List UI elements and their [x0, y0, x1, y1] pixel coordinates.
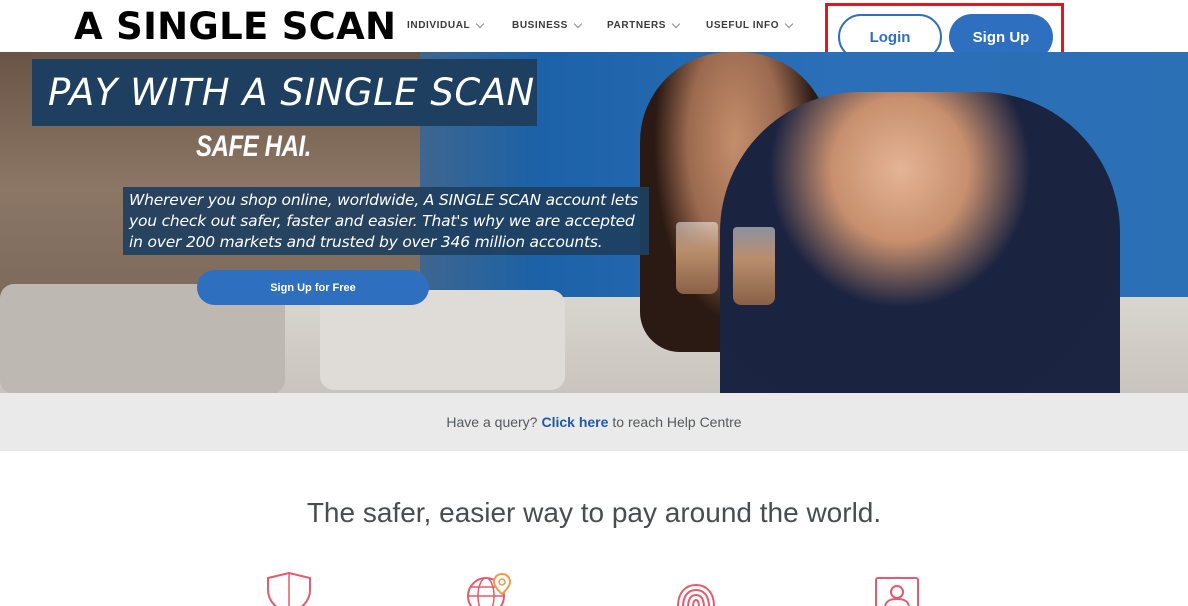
- hero-photo-glass: [733, 227, 775, 305]
- chevron-down-icon: [573, 19, 583, 28]
- hero-photo-man: [720, 92, 1120, 393]
- nav-item-business[interactable]: BUSINESS: [512, 19, 607, 31]
- chevron-down-icon: [475, 19, 485, 28]
- nav-item-label: BUSINESS: [512, 20, 568, 31]
- fingerprint-icon: [672, 572, 722, 606]
- hero-description: Wherever you shop online, worldwide, A S…: [129, 191, 638, 251]
- help-bar: Have a query? Click here to reach Help C…: [0, 393, 1188, 451]
- nav-item-label: INDIVIDUAL: [407, 20, 471, 31]
- hero-tagline: SAFE HAI.: [196, 130, 312, 163]
- help-suffix: to reach Help Centre: [612, 414, 742, 430]
- features-heading: The safer, easier way to pay around the …: [306, 497, 882, 528]
- nav-item-label: USEFUL INFO: [706, 20, 780, 31]
- chevron-down-icon: [784, 19, 794, 28]
- main-nav: INDIVIDUAL BUSINESS PARTNERS USEFUL INFO: [407, 19, 806, 31]
- hero-title-box: PAY WITH A SINGLE SCAN: [32, 59, 537, 126]
- hero-photo-glass: [676, 222, 718, 294]
- hero-banner: PAY WITH A SINGLE SCAN SAFE HAI. Whereve…: [0, 52, 1188, 393]
- id-card-icon: [872, 572, 922, 606]
- help-centre-link[interactable]: Click here: [541, 414, 608, 430]
- brand-logo[interactable]: A SINGLE SCAN: [74, 5, 396, 48]
- help-prefix: Have a query?: [446, 414, 538, 430]
- nav-item-individual[interactable]: INDIVIDUAL: [407, 19, 512, 31]
- nav-item-useful-info[interactable]: USEFUL INFO: [706, 19, 806, 31]
- nav-item-label: PARTNERS: [607, 20, 667, 31]
- hero-background-cushion: [320, 290, 565, 390]
- hero-description-box: Wherever you shop online, worldwide, A S…: [123, 187, 649, 255]
- chevron-down-icon: [671, 19, 681, 28]
- shield-icon: [264, 572, 314, 606]
- signup-free-button[interactable]: Sign Up for Free: [197, 270, 429, 305]
- hero-title: PAY WITH A SINGLE SCAN: [48, 71, 535, 114]
- nav-item-partners[interactable]: PARTNERS: [607, 19, 706, 31]
- globe-pin-icon: [464, 572, 514, 606]
